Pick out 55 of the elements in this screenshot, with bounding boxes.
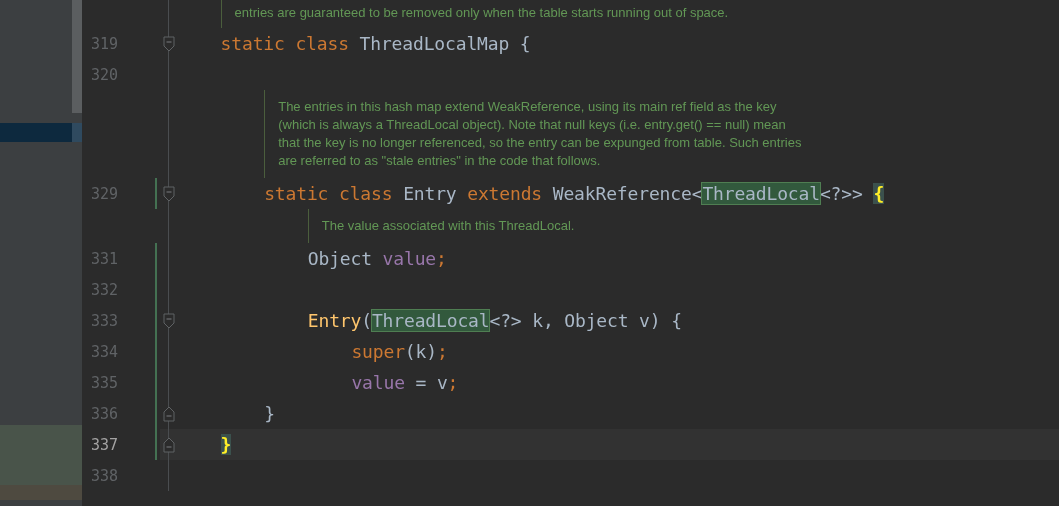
code-token: ThreadLocalMap {: [359, 33, 531, 54]
code-token: {: [873, 183, 885, 204]
code-token: }: [264, 403, 275, 424]
line-number: 331: [90, 249, 118, 268]
change-marker[interactable]: [155, 178, 157, 209]
fold-icon[interactable]: [162, 35, 175, 52]
line-number: 334: [90, 342, 118, 361]
tree-row-highlight[interactable]: [0, 485, 82, 500]
keyword-token: super: [351, 341, 405, 362]
line-number: 329: [90, 184, 118, 203]
keyword-token: static class: [220, 33, 350, 54]
tree-row-highlight[interactable]: [0, 425, 82, 485]
line-number: 333: [90, 311, 118, 330]
code-token: ThreadLocal: [702, 183, 820, 204]
selected-tree-row[interactable]: [0, 123, 82, 142]
keyword-token: static class: [264, 183, 394, 204]
scrollbar-thumb[interactable]: [72, 0, 82, 113]
code-token: (k): [404, 341, 437, 362]
doc-comment: The value associated with this ThreadLocal.: [307, 209, 575, 243]
fold-icon[interactable]: [162, 436, 175, 453]
keyword-token: ;: [436, 341, 448, 362]
line-number: 320: [90, 65, 118, 84]
line-number: 319: [90, 34, 118, 53]
keyword-token: ;: [436, 248, 447, 269]
line-number: 332: [90, 280, 118, 299]
fold-icon[interactable]: [162, 405, 175, 422]
change-marker[interactable]: [155, 398, 157, 429]
change-marker[interactable]: [155, 243, 157, 274]
code-token: ThreadLocal: [371, 310, 490, 331]
doc-comment: entries are guaranteed to be removed only when the table starts running out of space.: [220, 0, 729, 28]
change-marker[interactable]: [155, 429, 157, 460]
doc-comment: The entries in this hash map extend WeakReference, using its main ref field as the key (which is always a ThreadLocal object). Note that null keys (i.e. entry.get() == null) mean that the key is no longer referenced, so the entry can be expunged from table. Such entries are referred to as "stale entries" in the code that follows.: [264, 90, 802, 178]
code-token: }: [220, 434, 232, 455]
change-marker[interactable]: [155, 274, 157, 305]
code-token: Entry: [403, 183, 458, 204]
keyword-token: ;: [447, 372, 459, 393]
change-marker[interactable]: [155, 367, 157, 398]
line-number: 338: [90, 466, 118, 485]
code-token: <?> k, Object v) {: [489, 310, 682, 331]
line-number: 335: [90, 373, 118, 392]
field-token: value: [382, 248, 437, 269]
field-token: value: [351, 372, 405, 393]
fold-icon[interactable]: [162, 312, 175, 329]
change-marker[interactable]: [155, 305, 157, 336]
code-token: Object: [307, 248, 373, 269]
line-number: 337: [90, 435, 118, 454]
fold-icon[interactable]: [162, 185, 175, 202]
change-marker[interactable]: [155, 336, 157, 367]
code-token: = v: [414, 372, 448, 393]
code-token: (: [361, 310, 372, 331]
code-token: WeakReference<: [552, 183, 703, 204]
keyword-token: extends: [467, 183, 544, 204]
line-number: 336: [90, 404, 118, 423]
code-token: <?>>: [819, 183, 864, 204]
method-token: Entry: [307, 310, 362, 331]
